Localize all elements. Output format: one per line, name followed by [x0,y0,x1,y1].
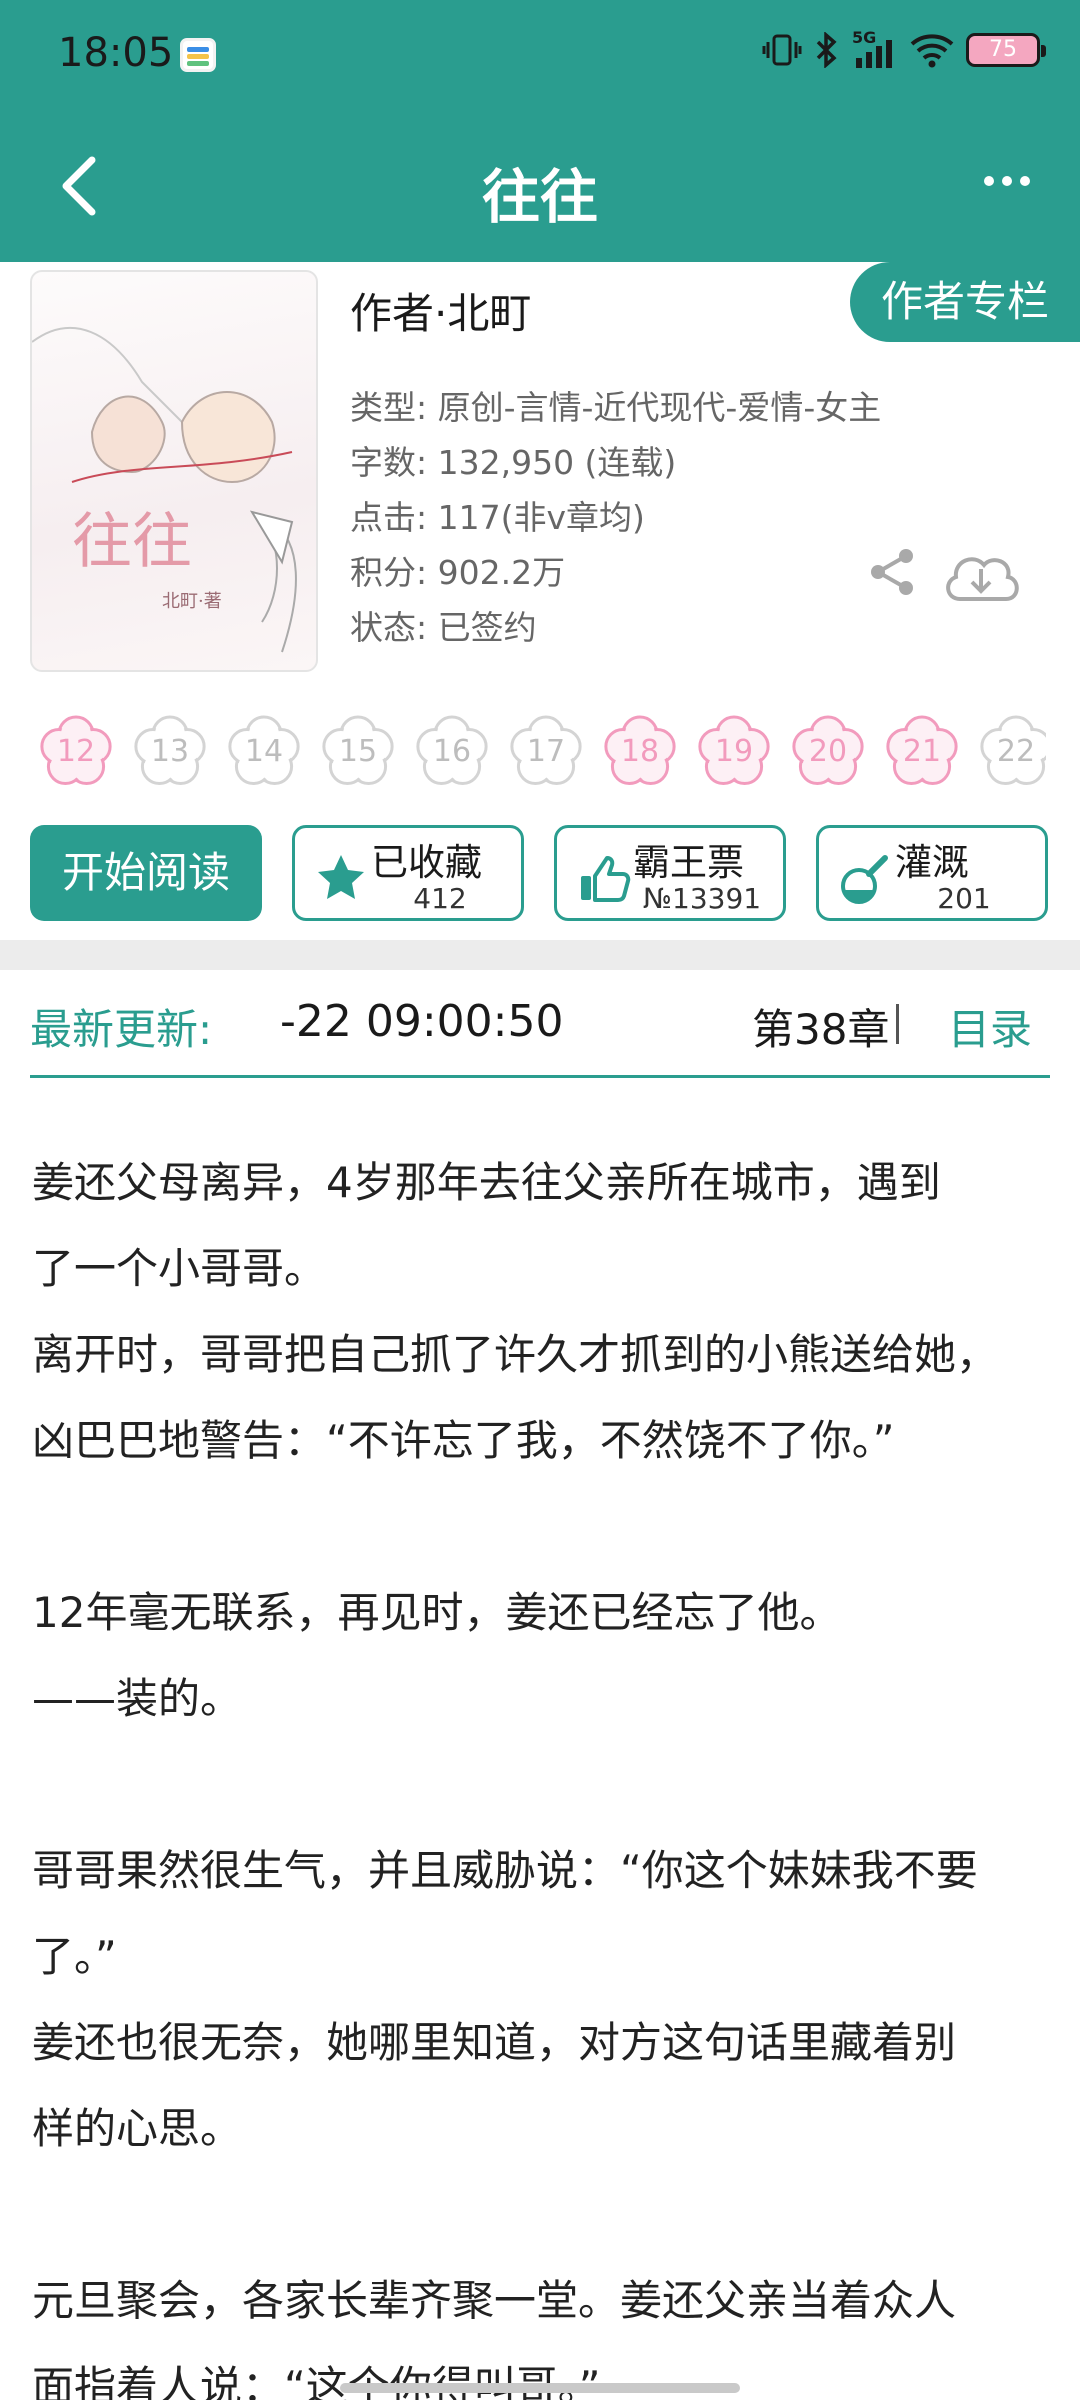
flower-badge: 17 [506,712,586,792]
download-button[interactable] [940,545,1022,609]
battery-icon: 75 [966,33,1046,67]
collect-label: 已收藏 [371,841,482,884]
latest-update-time: -22 09:00:50 [280,996,564,1047]
vibrate-icon [762,34,802,66]
flower-label: 18 [620,734,660,769]
author-name[interactable]: 作者·北町 [350,280,531,341]
flower-label: 17 [526,734,566,769]
meta-status: 状态: 已签约 [350,608,537,647]
start-reading-button[interactable]: 开始阅读 [30,825,262,921]
bluetooth-icon [816,32,837,68]
flower-badge: 13 [130,712,210,792]
wifi-icon [910,34,954,68]
flower-label: 16 [432,734,472,769]
synopsis-line: 离开时，哥哥把自己抓了许久才抓到的小熊送给她， [32,1330,999,1379]
synopsis-line: 姜还父母离异，4岁那年去往父亲所在城市，遇到 [32,1158,941,1207]
flower-badge: 18 [600,712,680,792]
update-underline [30,1075,1050,1078]
synopsis-line: 元旦聚会，各家长辈齐聚一堂。姜还父亲当着众人 [32,2276,957,2325]
synopsis-line [32,1742,1062,1828]
signal-icon: 5G [852,28,898,68]
flower-label: 21 [902,734,942,769]
collect-button[interactable]: 已收藏 412 [292,825,524,921]
cloud-download-icon [946,557,1019,601]
meta-type: 类型: 原创-言情-近代现代-爱情-女主 [350,388,882,427]
synopsis-line [32,1484,1062,1570]
more-options-button[interactable] [984,176,1030,186]
page-title: 往往 [481,163,598,231]
book-cover[interactable]: 往往 北町·著 [30,270,318,672]
ticket-button[interactable]: 霸王票 №13391 [554,825,786,921]
flower-label: 12 [56,734,96,769]
collect-count: 412 [413,882,467,915]
flower-badge: 21 [882,712,962,792]
synopsis-line: 凶巴巴地警告：“不许忘了我，不然饶不了你。” [32,1416,895,1465]
flower-badge: 22 [976,712,1046,792]
divider [896,1004,899,1044]
flower-badge: 19 [694,712,774,792]
synopsis-line [32,2172,1062,2258]
section-divider [0,940,1080,970]
synopsis-line: 样的心思。 [32,2104,243,2153]
share-button[interactable] [866,546,918,602]
table-of-contents-button[interactable]: 目录 [948,996,1032,1057]
flower-label: 20 [808,734,848,769]
synopsis-line: 12年毫无联系，再见时，姜还已经忘了他。 [32,1588,842,1637]
flower-row: 12 13 14 15 16 17 18 19 20 21 22 [36,712,1046,794]
synopsis-line: 了一个小哥哥。 [32,1244,327,1293]
cover-illustration: 往往 北町·著 [32,326,297,653]
home-indicator[interactable] [340,2383,740,2393]
latest-chapter-link[interactable]: 第38章 [752,996,889,1057]
cover-title: 往往 [72,507,192,577]
flower-badge: 16 [412,712,492,792]
nutrient-count: 201 [937,882,991,915]
flower-badge: 20 [788,712,868,792]
flower-badge: 15 [318,712,398,792]
nutrient-label: 灌溉 [895,841,969,884]
flower-badge: 14 [224,712,304,792]
flower-label: 15 [338,734,378,769]
flower-label: 22 [996,734,1036,769]
share-icon [871,549,913,595]
cover-author: 北町·著 [162,591,222,612]
flower-label: 13 [150,734,190,769]
meta-clicks: 点击: 117(非v章均) [350,498,645,537]
latest-update-label: 最新更新: [30,1005,213,1054]
ticket-label: 霸王票 [633,841,744,884]
synopsis-line: 姜还也很无奈，她哪里知道，对方这句话里藏着别 [32,2018,957,2067]
synopsis-line: 哥哥果然很生气，并且威胁说：“你这个妹妹我不要 [32,1846,978,1895]
meta-word-count: 字数: 132,950 (连载) [350,443,677,482]
flower-badge: 12 [36,712,116,792]
ticket-count: №13391 [642,882,762,915]
synopsis-line: ——装的。 [32,1674,243,1723]
author-column-button[interactable]: 作者专栏 [850,262,1080,342]
synopsis-line: 了。” [32,1932,117,1981]
nutrient-button[interactable]: 灌溉 201 [816,825,1048,921]
flower-label: 19 [714,734,754,769]
status-icons: 5G 75 [762,28,1046,68]
meta-points: 积分: 902.2万 [350,553,566,592]
status-app-icon [180,38,216,72]
status-time: 18:05 [58,30,174,76]
book-synopsis: 姜还父母离异，4岁那年去往父亲所在城市，遇到 了一个小哥哥。 离开时，哥哥把自己… [32,1140,1062,2400]
flower-label: 14 [244,734,284,769]
book-meta: 类型: 原创-言情-近代现代-爱情-女主 字数: 132,950 (连载) 点击… [350,380,881,655]
